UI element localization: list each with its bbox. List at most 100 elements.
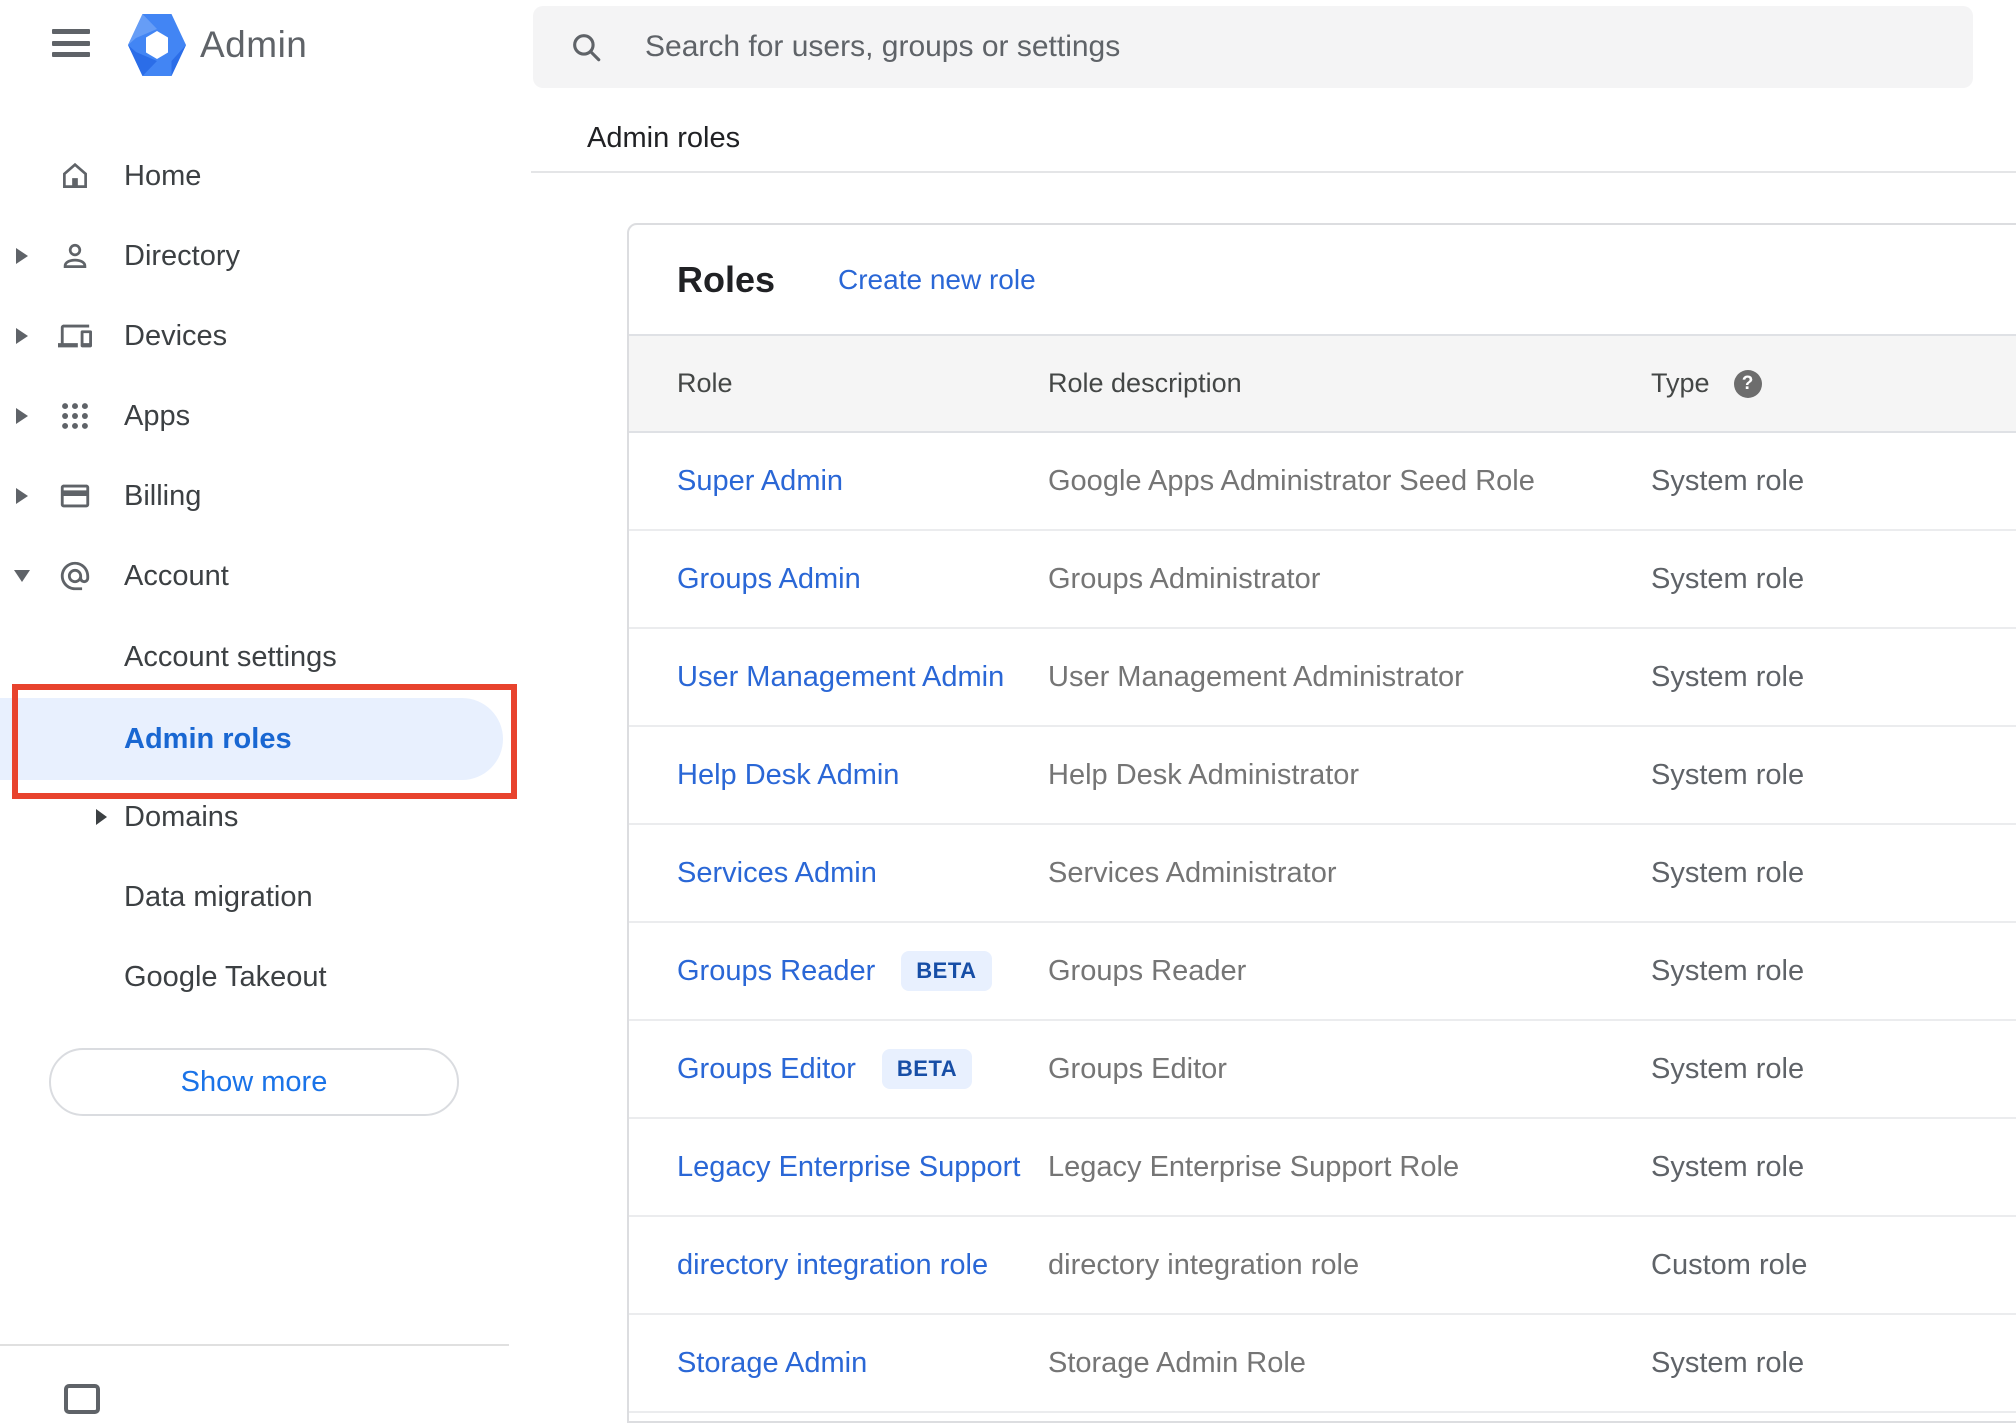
role-link[interactable]: Groups Editor — [677, 1053, 856, 1086]
admin-logo-hexagon-icon — [128, 14, 186, 76]
role-type-cell: Custom role — [1651, 1248, 1808, 1281]
beta-badge: BETA — [901, 951, 992, 991]
sidebar-subitem-label: Data migration — [124, 880, 313, 913]
table-row: Legacy Enterprise Support Legacy Enterpri… — [629, 1119, 2016, 1217]
sidebar-divider — [0, 1344, 509, 1346]
chevron-right-icon — [16, 488, 28, 504]
role-description-cell: Groups Reader — [1048, 954, 1247, 987]
role-description-cell: Storage Admin Role — [1048, 1346, 1306, 1379]
admin-logo: Admin — [128, 14, 307, 76]
role-type-cell: System role — [1651, 464, 1805, 497]
table-row: Help Desk Admin Help Desk Administrator Sy… — [629, 727, 2016, 825]
chevron-right-icon — [16, 328, 28, 344]
panel-title: Roles — [677, 258, 776, 300]
roles-panel-header: Roles Create new role — [629, 225, 2016, 334]
role-cell: Groups Admin — [677, 531, 861, 627]
role-type-cell: System role — [1651, 562, 1805, 595]
role-cell: Help Desk Admin — [677, 727, 899, 823]
chevron-right-icon — [16, 408, 28, 424]
role-type-cell: System role — [1651, 1052, 1805, 1085]
role-type-cell: System role — [1651, 954, 1805, 987]
table-row: Services Admin Services Administrator Syst… — [629, 825, 2016, 923]
column-header-role: Role — [677, 368, 733, 398]
sidebar-item-home[interactable]: Home — [0, 136, 531, 216]
clipped-bottom-icon — [64, 1384, 100, 1414]
header-divider — [531, 171, 2016, 173]
role-description-cell: Groups Administrator — [1048, 562, 1321, 595]
sidebar-item-label: Devices — [124, 319, 228, 352]
sidebar: Admin Home Directory Devices Apps Billing Acc… — [0, 0, 531, 1414]
table-row: directory integration role directory inte… — [629, 1217, 2016, 1315]
role-description-cell: Help Desk Administrator — [1048, 758, 1360, 791]
sidebar-subitem-admin-roles[interactable]: Admin roles — [0, 698, 503, 780]
role-cell: Groups Editor BETA — [677, 1021, 973, 1117]
role-cell: Services Admin — [677, 825, 877, 921]
roles-table-body: Super Admin Google Apps Administrator See… — [629, 433, 2016, 1413]
admin-logo-text: Admin — [200, 24, 308, 65]
chevron-right-icon — [96, 809, 107, 825]
role-link[interactable]: Help Desk Admin — [677, 759, 899, 792]
sidebar-item-label: Billing — [124, 479, 202, 512]
chevron-down-icon — [14, 570, 30, 582]
sidebar-subitem-label: Admin roles — [124, 722, 292, 755]
create-new-role-link[interactable]: Create new role — [838, 264, 1036, 296]
table-row: Groups Reader BETA Groups Reader System rol… — [629, 923, 2016, 1021]
column-header-type: Type ? — [1651, 336, 1762, 431]
role-link[interactable]: directory integration role — [677, 1249, 988, 1282]
sidebar-subitem-google-takeout[interactable]: Google Takeout — [0, 937, 531, 1017]
role-description-cell: directory integration role — [1048, 1248, 1360, 1281]
sidebar-item-label: Home — [124, 159, 202, 192]
role-link[interactable]: Services Admin — [677, 857, 877, 890]
role-link[interactable]: User Management Admin — [677, 661, 1004, 694]
search-input[interactable] — [645, 6, 1945, 88]
roles-panel: Roles Create new role Role Role descript… — [627, 223, 2016, 1423]
role-description-cell: Legacy Enterprise Support Role — [1048, 1150, 1460, 1183]
sidebar-item-account[interactable]: Account — [0, 536, 531, 616]
sidebar-item-label: Directory — [124, 239, 241, 272]
search-bar — [533, 6, 1973, 88]
role-type-cell: System role — [1651, 660, 1805, 693]
role-link[interactable]: Super Admin — [677, 465, 843, 498]
role-type-cell: System role — [1651, 1150, 1805, 1183]
sidebar-item-label: Account — [124, 559, 229, 592]
sidebar-subitem-label: Domains — [124, 800, 239, 833]
role-link[interactable]: Groups Admin — [677, 563, 861, 596]
sidebar-subitem-account-settings[interactable]: Account settings — [0, 617, 531, 697]
sidebar-subitem-data-migration[interactable]: Data migration — [0, 857, 531, 937]
role-link[interactable]: Storage Admin — [677, 1347, 867, 1380]
role-cell: Legacy Enterprise Support — [677, 1119, 1020, 1215]
breadcrumb: Admin roles — [587, 122, 741, 154]
table-row: Groups Admin Groups Administrator System r… — [629, 531, 2016, 629]
role-cell: directory integration role — [677, 1217, 988, 1313]
chevron-right-icon — [16, 248, 28, 264]
show-more-button[interactable]: Show more — [49, 1048, 459, 1116]
sidebar-subitem-domains[interactable]: Domains — [0, 777, 531, 857]
role-type-cell: System role — [1651, 856, 1805, 889]
table-row: User Management Admin User Management Adm… — [629, 629, 2016, 727]
admin-console-page: { "app": { "logo_label": "Admin" }, "sea… — [0, 0, 2016, 1423]
sidebar-item-label: Apps — [124, 399, 191, 432]
role-description-cell: User Management Administrator — [1048, 660, 1464, 693]
devices-icon — [58, 319, 92, 353]
role-description-cell: Google Apps Administrator Seed Role — [1048, 464, 1535, 497]
at-sign-icon — [58, 559, 92, 593]
role-description-cell: Groups Editor — [1048, 1052, 1227, 1085]
search-icon — [569, 30, 603, 69]
role-cell: User Management Admin — [677, 629, 1004, 725]
role-cell: Storage Admin — [677, 1315, 867, 1411]
table-header-row: Role Role description Type ? — [629, 334, 2016, 433]
role-link[interactable]: Groups Reader — [677, 955, 875, 988]
sidebar-subitem-label: Google Takeout — [124, 960, 327, 993]
sidebar-item-devices[interactable]: Devices — [0, 296, 531, 376]
beta-badge: BETA — [881, 1049, 973, 1089]
sidebar-item-directory[interactable]: Directory — [0, 216, 531, 296]
sidebar-item-billing[interactable]: Billing — [0, 456, 531, 536]
role-link[interactable]: Legacy Enterprise Support — [677, 1151, 1020, 1184]
help-question-icon[interactable]: ? — [1733, 369, 1762, 398]
sidebar-item-apps[interactable]: Apps — [0, 376, 531, 456]
role-type-cell: System role — [1651, 1346, 1805, 1379]
menu-hamburger-icon[interactable] — [52, 29, 90, 57]
apps-grid-icon — [58, 399, 92, 433]
table-row: Super Admin Google Apps Administrator See… — [629, 433, 2016, 531]
role-cell: Super Admin — [677, 433, 843, 529]
